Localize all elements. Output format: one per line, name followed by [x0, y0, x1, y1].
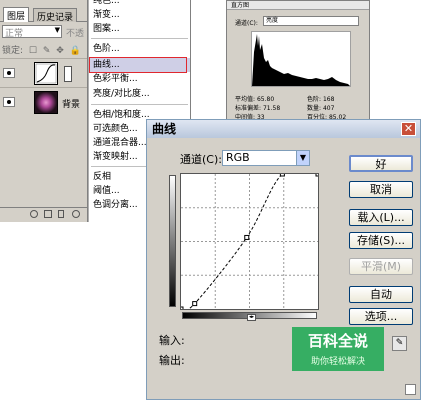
- smooth-button[interactable]: 平滑(M): [349, 258, 413, 275]
- stat-count: 数量: 407: [307, 103, 334, 112]
- opacity-label: 不透: [66, 29, 85, 39]
- menu-item-levels[interactable]: 色阶...: [89, 42, 190, 56]
- chevron-down-icon: ▼: [54, 26, 60, 34]
- lock-all-icon[interactable]: 🔒: [70, 46, 81, 56]
- layer-name: 背景: [62, 100, 81, 110]
- lock-row: 锁定: ☐ ✎ ✥ 🔒: [2, 43, 86, 57]
- blend-mode-select[interactable]: 正常 ▼: [2, 25, 62, 39]
- histogram-channel-select[interactable]: 亮度: [263, 16, 359, 26]
- blend-mode-value: 正常: [5, 29, 24, 39]
- new-set-icon[interactable]: [58, 210, 64, 218]
- eye-icon[interactable]: [3, 68, 15, 78]
- watermark-logo: 百科全说 助你轻松解决: [292, 327, 384, 371]
- chevron-down-icon: ▼: [296, 151, 309, 165]
- load-button[interactable]: 载入(L)...: [349, 209, 413, 226]
- curves-adjustment-thumbnail: [34, 62, 58, 85]
- histogram-shape: [252, 34, 350, 86]
- dialog-titlebar[interactable]: 曲线 ✕: [147, 120, 420, 138]
- menu-item-gradient[interactable]: 渐变...: [89, 8, 190, 22]
- curve-control-point: [244, 234, 250, 240]
- histogram-channel-value: 亮度: [266, 17, 279, 24]
- close-icon[interactable]: ✕: [401, 122, 416, 136]
- eye-icon[interactable]: [3, 97, 15, 107]
- resize-icon[interactable]: [405, 384, 416, 395]
- background-layer-thumbnail: [34, 91, 58, 114]
- layer-mask-icon[interactable]: [44, 210, 52, 218]
- eyedropper-tools: ✎: [391, 336, 407, 351]
- stat-mean: 平均值: 65.80: [235, 94, 274, 103]
- histogram-graph: [251, 31, 351, 87]
- lock-transparency-icon[interactable]: ☐: [29, 46, 37, 56]
- stat-value: 168: [322, 96, 335, 103]
- stat-level: 色阶: 168: [307, 94, 334, 103]
- tab-layers[interactable]: 图层: [3, 7, 30, 22]
- histogram-panel: 直方图 通道(C): 亮度 平均值: 65.80 色阶: 168 标准偏差: 7…: [226, 0, 370, 121]
- stat-label: 标准偏差:: [235, 105, 262, 112]
- layers-panel: 图层 历史记录 正常 ▼ 不透 锁定: ☐ ✎ ✥ 🔒 背景: [0, 0, 88, 222]
- watermark-title: 百科全说: [307, 332, 368, 350]
- dialog-title: 曲线: [152, 122, 177, 136]
- curve-control-point: [279, 171, 285, 177]
- lock-label: 锁定:: [2, 46, 24, 56]
- save-button[interactable]: 存储(S)...: [349, 232, 413, 249]
- toggle-direction-icon[interactable]: ◂▸: [247, 314, 256, 321]
- curve-control-point: [315, 171, 321, 177]
- menu-item-brightness-contrast[interactable]: 亮度/对比度...: [89, 87, 190, 101]
- channel-label: 通道(C):: [180, 153, 222, 166]
- curve-control-point: [178, 306, 184, 312]
- stat-value: 407: [322, 105, 335, 112]
- menu-item-solid-color[interactable]: 纯色...: [89, 0, 190, 8]
- histogram-channel-label: 通道(C):: [235, 20, 258, 27]
- channel-select[interactable]: RGB ▼: [222, 150, 310, 166]
- menu-item-color-balance[interactable]: 色彩平衡...: [89, 72, 190, 86]
- stat-label: 数量:: [307, 105, 322, 112]
- layers-panel-footer: [0, 207, 87, 222]
- channel-value: RGB: [226, 151, 250, 164]
- options-button[interactable]: 选项...: [349, 308, 413, 325]
- lock-paint-icon[interactable]: ✎: [43, 46, 51, 56]
- layer-mask-thumbnail: [64, 66, 72, 82]
- stat-std-dev: 标准偏差: 71.58: [235, 103, 280, 112]
- ok-button[interactable]: 好: [349, 155, 413, 172]
- layer-style-icon[interactable]: [30, 210, 38, 218]
- input-label: 输入:: [159, 334, 185, 347]
- menu-item-pattern[interactable]: 图案...: [89, 22, 190, 36]
- eyedropper-icon[interactable]: ✎: [392, 336, 407, 351]
- stat-value: 71.58: [262, 105, 281, 112]
- layer-row-curves-adjustment[interactable]: [0, 58, 87, 88]
- curve-svg[interactable]: [178, 168, 321, 312]
- tab-history[interactable]: 历史记录: [33, 8, 78, 23]
- histogram-title: 直方图: [227, 1, 369, 10]
- layer-row-background[interactable]: 背景: [0, 87, 87, 117]
- output-label: 输出:: [159, 354, 185, 367]
- cancel-button[interactable]: 取消: [349, 181, 413, 198]
- adjustment-layer-icon[interactable]: [72, 210, 80, 218]
- auto-button[interactable]: 自动: [349, 286, 413, 303]
- curve-graph[interactable]: [178, 168, 321, 312]
- highlight-box: [89, 57, 187, 73]
- menu-separator: [91, 38, 188, 39]
- stat-value: 65.80: [256, 96, 275, 103]
- stat-label: 平均值:: [235, 96, 256, 103]
- lock-move-icon[interactable]: ✥: [56, 46, 64, 56]
- panel-tabs: 图层 历史记录: [0, 0, 87, 23]
- curve-control-point: [192, 301, 198, 307]
- output-gradient-bar: [169, 175, 176, 307]
- menu-separator: [91, 104, 188, 105]
- watermark-subtitle: 助你轻松解决: [310, 357, 365, 367]
- stat-label: 色阶:: [307, 96, 322, 103]
